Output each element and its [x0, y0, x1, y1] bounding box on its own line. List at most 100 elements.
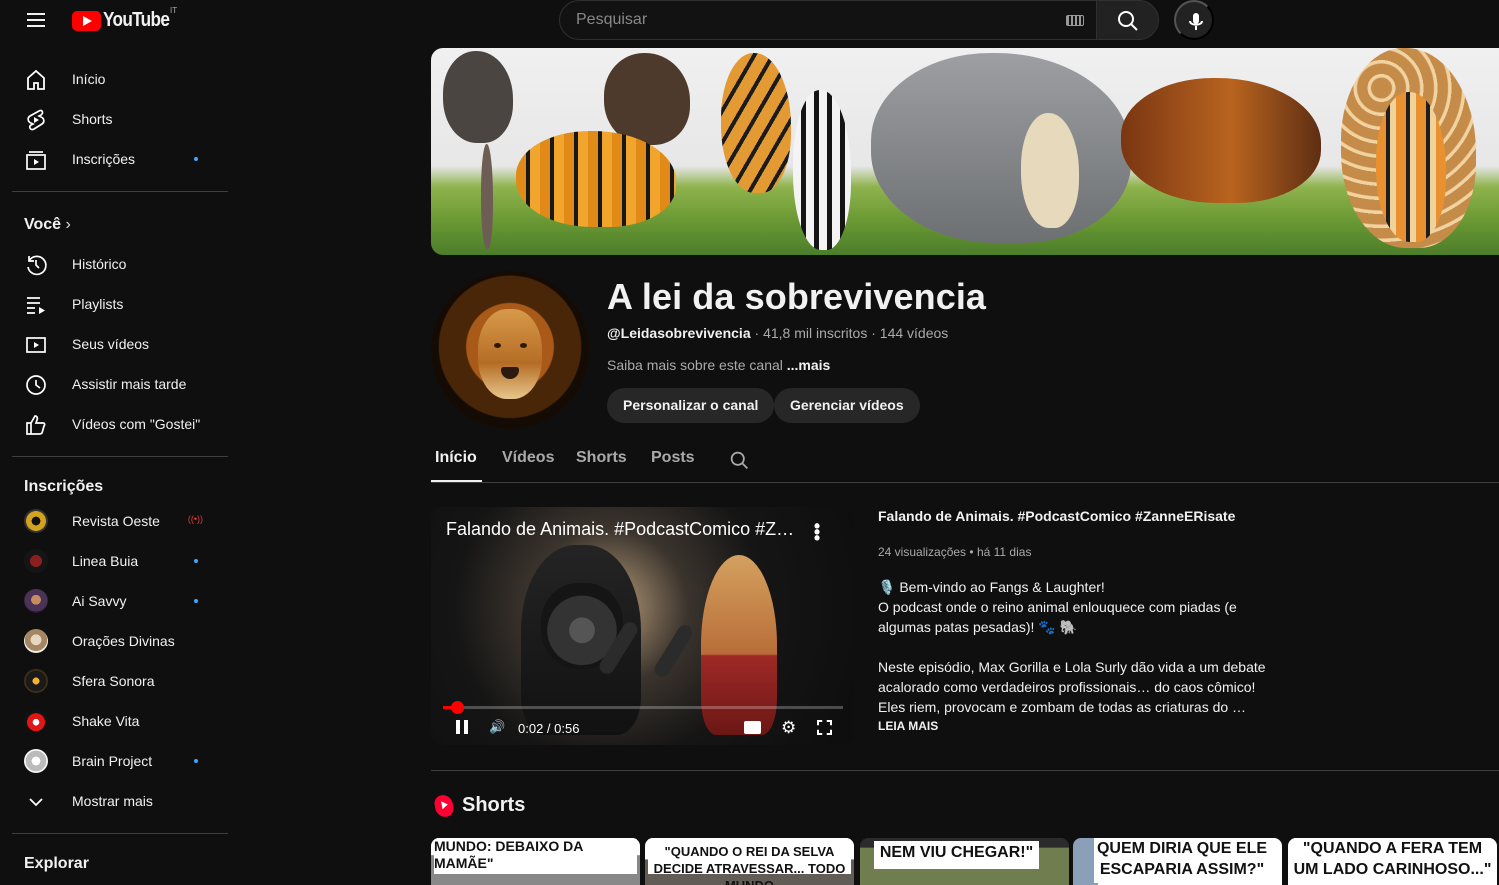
channel-tabs: Início Vídeos Shorts Posts — [431, 447, 1499, 483]
subscription-label: Brain Project — [72, 753, 153, 769]
channel-avatar[interactable] — [431, 271, 589, 429]
volume-icon[interactable]: 🔊 — [489, 719, 505, 735]
settings-icon[interactable]: ⚙ — [781, 718, 796, 738]
your-videos-icon — [26, 337, 46, 353]
sidebar-item-history[interactable]: Histórico — [12, 244, 228, 284]
tiger-image — [516, 131, 676, 227]
youtube-logo[interactable]: YouTube IT — [72, 6, 180, 32]
channel-title: A lei da sobrevivencia — [607, 276, 987, 317]
fullscreen-icon[interactable] — [817, 720, 832, 735]
short-card[interactable]: MUNDO: DEBAIXO DA MAMÃE" — [431, 838, 640, 885]
new-content-dot — [194, 759, 198, 763]
video-count: 144 vídeos — [879, 325, 949, 341]
subscription-linea-buia[interactable]: Linea Buia — [12, 541, 228, 581]
new-content-dot — [194, 599, 198, 603]
read-more-link[interactable]: LEIA MAIS — [878, 719, 938, 733]
tab-shorts[interactable]: Shorts — [576, 449, 627, 467]
sidebar-item-label: Início — [72, 71, 106, 87]
short-caption: "QUANDO A FERA TEM UM LADO CARINHOSO..." — [1291, 838, 1494, 883]
sidebar-item-your-videos[interactable]: Seus vídeos — [12, 324, 228, 364]
sidebar: Início Shorts Inscrições Você › Históric… — [0, 56, 240, 885]
tab-videos[interactable]: Vídeos — [502, 449, 554, 467]
search-button[interactable] — [1096, 0, 1159, 40]
show-more-button[interactable]: Mostrar mais — [12, 781, 228, 821]
sidebar-item-label: Assistir mais tarde — [72, 376, 187, 392]
sidebar-item-playlists[interactable]: Playlists — [12, 284, 228, 324]
featured-video-title[interactable]: Falando de Animais. #PodcastComico #Zann… — [878, 508, 1235, 524]
sidebar-item-label: Shorts — [72, 111, 113, 127]
rhino-image — [871, 53, 1131, 243]
search-box[interactable] — [559, 0, 1097, 40]
shorts-section-title: Shorts — [433, 793, 525, 818]
customize-channel-button[interactable]: Personalizar o canal — [607, 388, 775, 423]
player-controls: 🔊 0:02 / 0:56 ⚙ — [431, 717, 854, 741]
voice-search-button[interactable] — [1174, 0, 1214, 40]
tiger-right-image — [1376, 92, 1446, 242]
progress-scrubber[interactable] — [451, 701, 465, 714]
channel-page: A lei da sobrevivencia @Leidasobrevivenc… — [240, 40, 1499, 885]
keyboard-icon[interactable] — [1066, 15, 1084, 26]
short-card[interactable]: "QUANDO A FERA TEM UM LADO CARINHOSO..." — [1288, 838, 1497, 885]
you-section-title[interactable]: Você › — [24, 216, 71, 234]
sidebar-item-label: Inscrições — [72, 151, 136, 167]
channel-about-link[interactable]: Saiba mais sobre este canal ...mais — [607, 357, 830, 373]
short-card[interactable]: QUEM DIRIA QUE ELE ESCAPARIA ASSIM?" — [1073, 838, 1282, 885]
subscription-shake-vita[interactable]: Shake Vita — [12, 701, 228, 741]
more-link[interactable]: ...mais — [787, 357, 831, 373]
player-title[interactable]: Falando de Animais. #PodcastComico #Z… — [446, 519, 796, 540]
short-caption: QUEM DIRIA QUE ELE ESCAPARIA ASSIM?" — [1094, 838, 1270, 883]
short-card[interactable]: NEM VIU CHEGAR!" — [860, 838, 1069, 885]
explore-title: Explorar — [24, 855, 89, 872]
subscription-label: Ai Savvy — [72, 593, 127, 609]
captions-icon[interactable] — [744, 721, 761, 734]
sidebar-item-liked-videos[interactable]: Vídeos com "Gostei" — [12, 404, 228, 444]
lion-image — [478, 309, 542, 399]
progress-bar[interactable] — [443, 701, 843, 714]
sidebar-item-watch-later[interactable]: Assistir mais tarde — [12, 364, 228, 404]
shorts-icon — [433, 793, 455, 818]
tab-posts[interactable]: Posts — [651, 449, 695, 467]
search-icon[interactable] — [729, 450, 750, 471]
description-line: O podcast onde o reino animal enlouquece… — [878, 599, 1237, 635]
channel-meta: @Leidasobrevivencia · 41,8 mil inscritos… — [607, 325, 948, 341]
featured-video-player[interactable]: Falando de Animais. #PodcastComico #Z… •… — [431, 507, 854, 745]
subscription-brain-project[interactable]: Brain Project — [12, 741, 228, 781]
menu-icon[interactable] — [20, 8, 52, 32]
short-card[interactable]: "QUANDO O REI DA SELVA DECIDE ATRAVESSAR… — [645, 838, 854, 885]
sidebar-item-subscriptions[interactable]: Inscrições — [12, 139, 228, 179]
subscription-sfera-sonora[interactable]: Sfera Sonora — [12, 661, 228, 701]
short-caption: "QUANDO O REI DA SELVA DECIDE ATRAVESSAR… — [648, 838, 851, 885]
short-caption: NEM VIU CHEGAR!" — [874, 841, 1039, 869]
pause-icon[interactable] — [456, 720, 468, 734]
more-options-icon[interactable]: • • • — [812, 517, 822, 547]
thumbs-up-icon — [26, 415, 46, 435]
microphone-image — [651, 622, 696, 680]
clock-icon — [26, 375, 46, 395]
chevron-down-icon — [29, 798, 43, 807]
section-divider — [431, 770, 1499, 771]
ostrich-image — [443, 51, 513, 143]
avatar — [24, 509, 48, 533]
new-content-dot — [194, 559, 198, 563]
sidebar-item-home[interactable]: Início — [12, 59, 228, 99]
avatar — [24, 589, 48, 613]
subscription-revista-oeste[interactable]: Revista Oeste ((•)) — [12, 501, 228, 541]
subscription-ai-savvy[interactable]: Ai Savvy — [12, 581, 228, 621]
subscription-label: Shake Vita — [72, 713, 140, 729]
playback-time: 0:02 / 0:56 — [518, 721, 580, 736]
tiger-standing-image — [721, 53, 791, 193]
home-icon — [27, 69, 45, 90]
top-bar: YouTube IT — [0, 0, 1499, 40]
manage-videos-button[interactable]: Gerenciar vídeos — [774, 388, 920, 423]
playlists-icon — [27, 297, 45, 314]
sidebar-divider — [12, 191, 228, 192]
subscriptions-title: Inscrições — [24, 478, 104, 495]
subscription-oracoes-divinas[interactable]: Orações Divinas — [12, 621, 228, 661]
search-input[interactable] — [560, 1, 1050, 39]
bull-image — [1121, 78, 1321, 203]
sidebar-item-shorts[interactable]: Shorts — [12, 99, 228, 139]
subscriptions-icon — [26, 151, 46, 170]
channel-handle[interactable]: @Leidasobrevivencia — [607, 325, 751, 341]
meta-separator: • — [969, 545, 977, 559]
tab-home[interactable]: Início — [431, 449, 482, 482]
